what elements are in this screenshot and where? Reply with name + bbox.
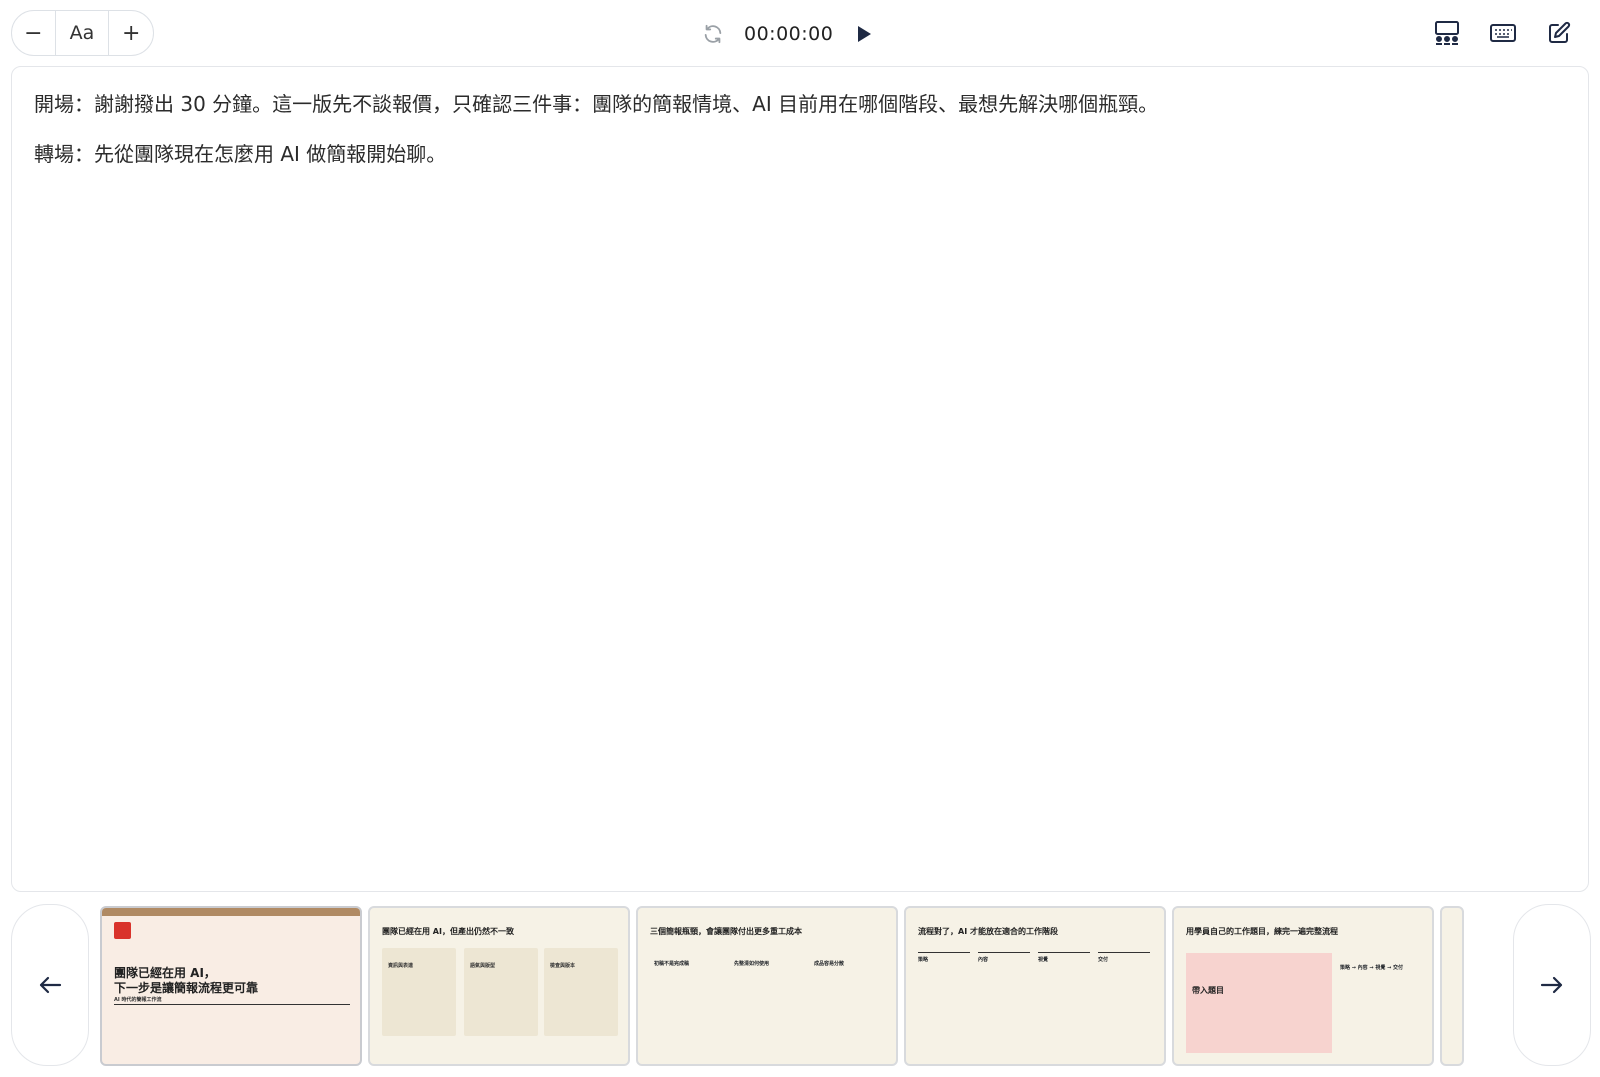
edit-notes-button[interactable] bbox=[1544, 18, 1574, 48]
keyboard-shortcuts-button[interactable] bbox=[1488, 18, 1518, 48]
column-title: 策略 bbox=[918, 957, 929, 963]
slide-title: 三個簡報瓶頸，會讓團隊付出更多重工成本 bbox=[650, 927, 802, 936]
column-title: 內容 bbox=[978, 957, 989, 963]
note-line-transition: 轉場：先從團隊現在怎麼用 AI 做簡報開始聊。 bbox=[34, 142, 447, 166]
font-decrease-button[interactable]: − bbox=[12, 11, 56, 55]
arrow-left-icon bbox=[39, 976, 62, 994]
slide-column: 資訊與表達 bbox=[382, 948, 456, 1036]
speaker-notes-panel[interactable]: 開場：謝謝撥出 30 分鐘。這一版先不談報價，只確認三件事：團隊的簡報情境、AI… bbox=[11, 66, 1589, 892]
slide-title: 團隊已經在用 AI， 下一步是讓簡報流程更可靠 bbox=[114, 966, 258, 996]
arrow-right-icon bbox=[1540, 976, 1563, 994]
slide-thumbnail-4[interactable]: 流程對了，AI 才能放在適合的工作階段 策略 內容 視覺 交付 bbox=[904, 906, 1166, 1066]
slide-title: 流程對了，AI 才能放在適合的工作階段 bbox=[918, 927, 1058, 936]
play-button[interactable] bbox=[851, 21, 877, 47]
slide-filmstrip: 團隊已經在用 AI， 下一步是讓簡報流程更可靠 AI 時代的簡報工作流 團隊已經… bbox=[0, 900, 1600, 1070]
slide-thumbnail-3[interactable]: 三個簡報瓶頸，會讓團隊付出更多重工成本 初稿不是完成稿 先整清如何使用 成品容易… bbox=[636, 906, 898, 1066]
reset-timer-button[interactable] bbox=[700, 21, 726, 47]
font-size-control: − Aa + bbox=[11, 10, 154, 56]
slide-header-bar bbox=[102, 908, 360, 916]
keyboard-icon bbox=[1490, 24, 1516, 42]
flow-text: 策略 → 內容 → 視覺 → 交付 bbox=[1340, 965, 1404, 971]
slide-thumbnail-5[interactable]: 用學員自己的工作題目，練完一遍完整流程 帶入題目 策略 → 內容 → 視覺 → … bbox=[1172, 906, 1434, 1066]
slide-thumbnail-2[interactable]: 團隊已經在用 AI，但產出仍然不一致 資訊與表達 語氣與版型 檢查與版本 bbox=[368, 906, 630, 1066]
play-icon bbox=[858, 26, 872, 42]
top-toolbar: − Aa + 00:00:00 bbox=[0, 0, 1600, 66]
column-title: 初稿不是完成稿 bbox=[654, 961, 690, 967]
column-rule bbox=[918, 952, 970, 953]
slide-title-line-2: 下一步是讓簡報流程更可靠 bbox=[114, 981, 259, 995]
column-title: 成品容易分散 bbox=[814, 961, 845, 967]
timer-group: 00:00:00 bbox=[700, 14, 877, 54]
column-title: 檢查與版本 bbox=[550, 963, 576, 969]
note-line-opening: 開場：謝謝撥出 30 分鐘。這一版先不談報價，只確認三件事：團隊的簡報情境、AI… bbox=[34, 92, 1159, 116]
timer-display: 00:00:00 bbox=[744, 23, 834, 45]
previous-slide-button[interactable] bbox=[11, 904, 89, 1066]
edit-icon bbox=[1549, 21, 1571, 43]
column-title: 資訊與表達 bbox=[388, 963, 414, 969]
highlight-box: 帶入題目 bbox=[1186, 953, 1332, 1053]
font-increase-button[interactable]: + bbox=[109, 11, 153, 55]
slide-title: 團隊已經在用 AI，但產出仍然不一致 bbox=[382, 927, 514, 936]
slide-title: 用學員自己的工作題目，練完一遍完整流程 bbox=[1186, 927, 1338, 936]
presenter-audience-icon bbox=[1435, 21, 1459, 45]
slide-thumbnail-6[interactable] bbox=[1440, 906, 1464, 1066]
column-rule bbox=[1038, 952, 1090, 953]
next-slide-button[interactable] bbox=[1513, 904, 1591, 1066]
slide-column: 語氣與版型 bbox=[464, 948, 538, 1036]
refresh-icon bbox=[704, 24, 722, 44]
font-label[interactable]: Aa bbox=[56, 11, 110, 55]
column-title: 視覺 bbox=[1038, 957, 1049, 963]
thumbnail-list: 團隊已經在用 AI， 下一步是讓簡報流程更可靠 AI 時代的簡報工作流 團隊已經… bbox=[100, 906, 1505, 1066]
column-title: 交付 bbox=[1098, 957, 1109, 963]
column-rule bbox=[1098, 952, 1150, 953]
column-title: 先整清如何使用 bbox=[734, 961, 770, 967]
slide-title-line-1: 團隊已經在用 AI， bbox=[114, 966, 216, 980]
highlight-box-label: 帶入題目 bbox=[1192, 986, 1224, 995]
column-title: 語氣與版型 bbox=[470, 963, 496, 969]
right-toolbar bbox=[1432, 18, 1574, 48]
slide-thumbnail-1[interactable]: 團隊已經在用 AI， 下一步是讓簡報流程更可靠 AI 時代的簡報工作流 bbox=[100, 906, 362, 1066]
column-rule bbox=[978, 952, 1030, 953]
audience-view-button[interactable] bbox=[1432, 18, 1462, 48]
brand-logo bbox=[114, 922, 131, 939]
slide-subtitle: AI 時代的簡報工作流 bbox=[114, 997, 162, 1003]
slide-divider bbox=[114, 1004, 350, 1005]
slide-column: 檢查與版本 bbox=[544, 948, 618, 1036]
